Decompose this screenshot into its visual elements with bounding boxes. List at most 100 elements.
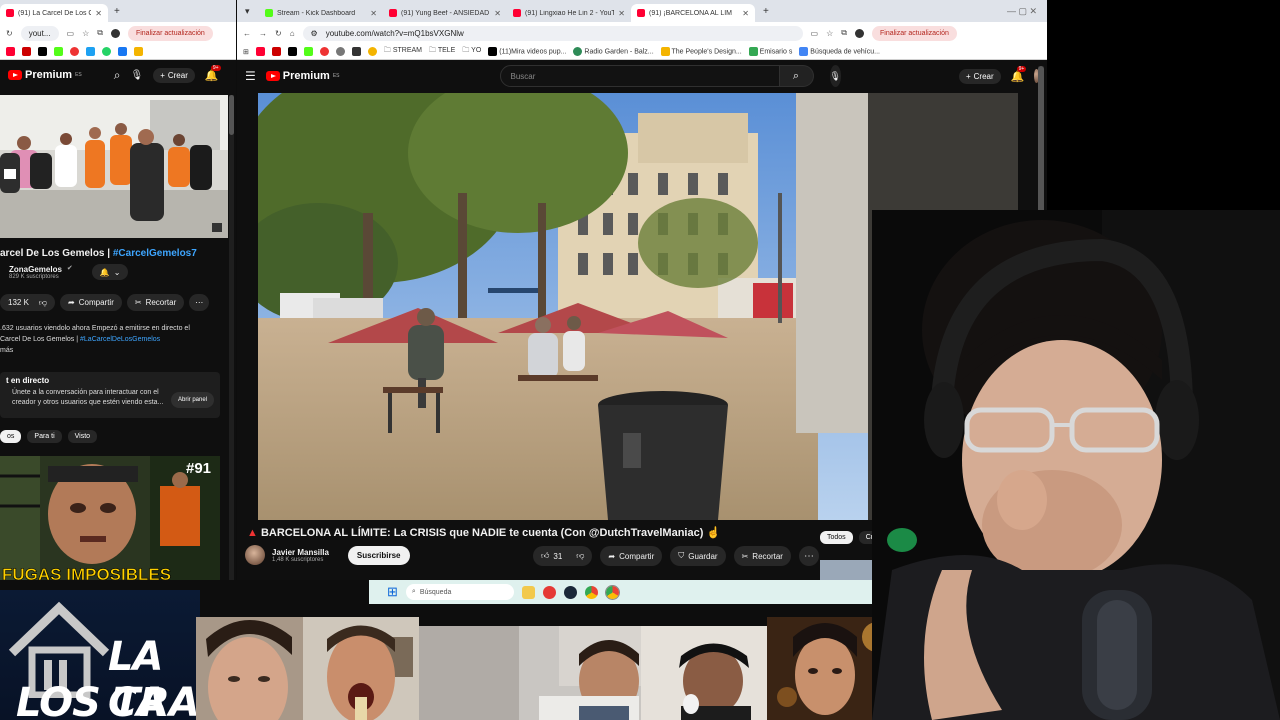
apps-grid-icon[interactable]: ⊞: [243, 48, 249, 56]
bookmark-youtube-icon[interactable]: [6, 47, 15, 56]
reload-icon[interactable]: ↻: [6, 29, 13, 38]
bookmark-youtube-icon[interactable]: [255, 47, 265, 56]
channel-name[interactable]: Javier Mansilla: [272, 548, 329, 557]
create-button[interactable]: + Crear: [153, 67, 195, 83]
like-button[interactable]: 👍︎ 31 👎︎: [533, 546, 593, 566]
tab-lingxiao[interactable]: (91) Lingxiao He Lin 2 - YouTub ✕: [507, 4, 631, 22]
chrome-icon[interactable]: [584, 585, 598, 599]
scrollbar-thumb[interactable]: [1038, 66, 1044, 216]
bookmark-icon[interactable]: [319, 47, 329, 56]
site-info-icon[interactable]: ⚙: [311, 29, 318, 38]
like-button[interactable]: 132 K 👎︎: [0, 294, 56, 311]
bookmark-radio-garden[interactable]: Radio Garden - Balz...: [573, 47, 654, 56]
desc-more[interactable]: más: [0, 345, 232, 356]
bookmark-tiktok-icon[interactable]: [38, 47, 47, 56]
youtube-premium-logo[interactable]: Premium ES: [265, 70, 340, 82]
channel-avatar[interactable]: [245, 545, 265, 565]
close-tab-icon[interactable]: ✕: [370, 9, 377, 18]
back-icon[interactable]: ←: [243, 29, 251, 38]
recommended-thumbnail[interactable]: #91 FUGAS IMPOSIBLES: [0, 456, 220, 580]
profile-icon[interactable]: [855, 28, 864, 38]
close-tab-icon[interactable]: ✕: [95, 9, 102, 18]
close-tab-icon[interactable]: ✕: [618, 9, 625, 18]
new-tab-icon[interactable]: +: [114, 6, 120, 17]
notifications-bell-icon[interactable]: 🔔 9+: [1011, 65, 1027, 83]
mic-icon[interactable]: 🎙: [130, 70, 143, 81]
create-button[interactable]: + Crear: [958, 68, 1001, 84]
bookmark-peoples-design[interactable]: The People's Design...: [660, 47, 742, 56]
profile-icon[interactable]: [110, 28, 120, 38]
save-button[interactable]: ⛉ Guardar: [670, 546, 726, 566]
notifications-bell-icon[interactable]: 🔔 9+: [205, 64, 221, 82]
screen-icon[interactable]: ▭: [811, 29, 819, 38]
bookmark-icon[interactable]: [134, 47, 143, 56]
chip-all[interactable]: Todos: [820, 531, 853, 544]
update-button[interactable]: Finalizar actualización: [872, 25, 957, 41]
star-icon[interactable]: ☆: [826, 29, 833, 38]
bookmark-icon[interactable]: [70, 47, 79, 56]
scrollbar-thumb[interactable]: [229, 95, 234, 135]
chrome-icon[interactable]: [604, 584, 620, 600]
bookmark-icon[interactable]: [86, 47, 95, 56]
bookmark-emisario[interactable]: Emisario s: [748, 47, 792, 56]
bookmark-folder-tele[interactable]: 🗀 TELE: [429, 46, 455, 57]
bookmark-busqueda[interactable]: Búsqueda de vehícu...: [799, 47, 880, 56]
bookmark-kick-icon[interactable]: [303, 47, 313, 56]
left-tab-active[interactable]: (91) La Carcel De Los Gemelos ✕: [0, 4, 108, 22]
home-icon[interactable]: ⌂: [290, 29, 295, 38]
tab-list-icon[interactable]: ▾: [245, 6, 259, 17]
obs-icon[interactable]: [542, 585, 556, 599]
chip-all[interactable]: os: [0, 430, 22, 443]
share-button[interactable]: ➦ Compartir: [60, 294, 122, 311]
bookmark-tiktok-icon[interactable]: [287, 47, 297, 56]
suggested-video-thumbnail[interactable]: [820, 560, 880, 580]
clip-button[interactable]: ✂ Recortar: [126, 294, 185, 311]
tab-barcelona[interactable]: (91) ¡BARCELONA AL LÍM ✕: [631, 4, 755, 22]
left-url[interactable]: yout...: [20, 25, 59, 41]
bookmark-icon[interactable]: [102, 47, 111, 56]
search-icon[interactable]: ⌕: [114, 68, 121, 83]
channel-name[interactable]: ZonaGemelos: [9, 265, 62, 274]
search-input[interactable]: Buscar: [499, 65, 780, 87]
left-video-player[interactable]: [0, 95, 228, 238]
taskbar-search[interactable]: ⌕ Búsqueda: [405, 584, 514, 600]
tab-kick[interactable]: Stream - Kick Dashboard ✕: [259, 4, 383, 22]
bookmark-icon[interactable]: [351, 47, 361, 56]
left-description[interactable]: .632 usuarios viendolo ahora Empezó a em…: [0, 323, 232, 356]
thumbs-down-icon[interactable]: 👎︎: [576, 551, 584, 561]
youtube-premium-logo[interactable]: Premium ES: [8, 69, 82, 81]
close-tab-icon[interactable]: ✕: [742, 9, 749, 18]
reload-icon[interactable]: ↻: [275, 29, 282, 38]
bookmark-icon[interactable]: [367, 47, 377, 56]
bookmark-folder-stream[interactable]: 🗀 STREAM: [384, 46, 422, 57]
new-tab-icon[interactable]: +: [763, 6, 769, 17]
bookmark-icon[interactable]: [271, 47, 281, 56]
bookmark-icon[interactable]: [118, 47, 127, 56]
star-icon[interactable]: ☆: [82, 29, 89, 38]
bookmark-icon[interactable]: [335, 47, 345, 56]
bookmark-mira-videos[interactable]: (11)Mira videos pup...: [488, 47, 566, 56]
chip-for-you[interactable]: Para ti: [27, 430, 62, 443]
forward-icon[interactable]: →: [259, 29, 267, 38]
extension-icon[interactable]: ⧉: [841, 28, 847, 38]
bookmark-folder-yo[interactable]: 🗀 YO: [462, 46, 481, 57]
windows-start-icon[interactable]: ⊞: [387, 584, 398, 600]
menu-icon[interactable]: ☰: [245, 69, 256, 83]
search-button[interactable]: ⌕: [779, 65, 814, 87]
chip-watched[interactable]: Visto: [67, 430, 98, 443]
scrollbar[interactable]: [229, 95, 234, 580]
bookmark-kick-icon[interactable]: [54, 47, 63, 56]
open-panel-button[interactable]: Abrir panel: [170, 392, 214, 408]
subscribe-button[interactable]: Suscribirse: [347, 545, 410, 565]
url-field[interactable]: ⚙ youtube.com/watch?v=mQ1bsVXGNlw: [302, 25, 803, 41]
more-options-icon[interactable]: ⋯: [798, 546, 819, 566]
screen-icon[interactable]: ▭: [67, 29, 75, 38]
share-button[interactable]: ➦ Compartir: [600, 546, 663, 566]
close-tab-icon[interactable]: ✕: [494, 9, 501, 18]
voice-search-button[interactable]: 🎙: [829, 65, 841, 87]
update-button[interactable]: Finalizar actualización: [127, 25, 213, 41]
desc-hashtag[interactable]: #LaCarcelDeLosGemelos: [80, 336, 160, 343]
dislike-icon[interactable]: 👎︎: [39, 298, 47, 308]
file-explorer-icon[interactable]: [521, 585, 535, 599]
bell-subscribe-button[interactable]: 🔔 ⌄: [91, 264, 129, 280]
